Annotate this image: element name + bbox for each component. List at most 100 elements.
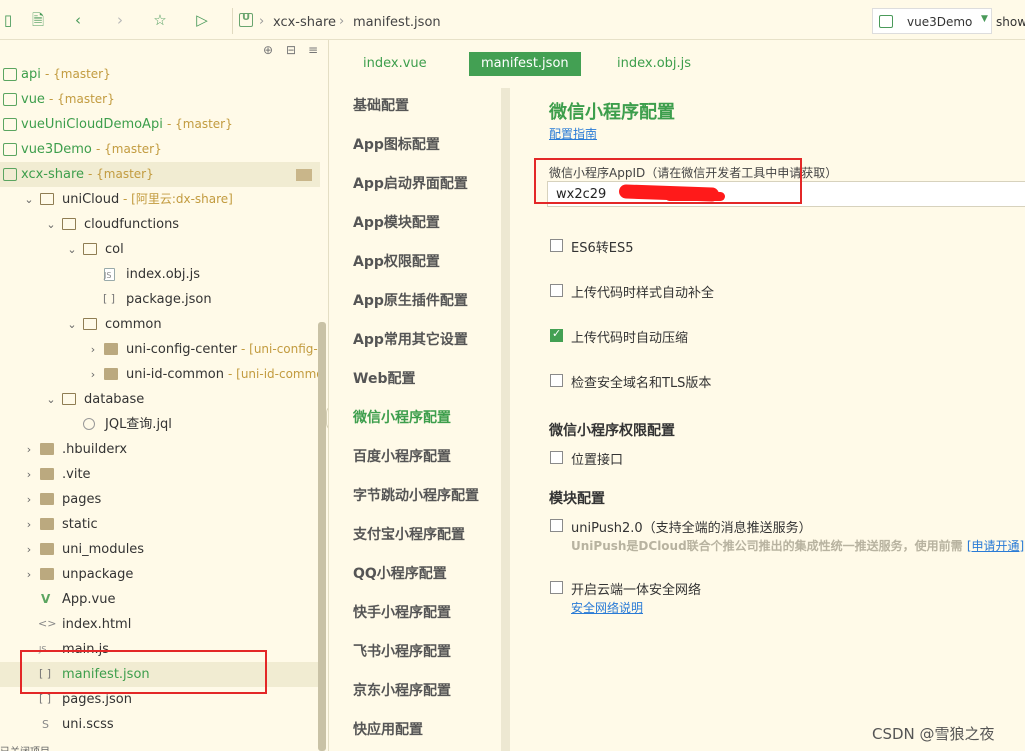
tree-row[interactable]: › .hbuilderx <box>0 437 320 462</box>
option-checkbox[interactable] <box>550 284 563 297</box>
tree-row[interactable]: › static <box>0 512 320 537</box>
tree-row-label: unpackage <box>62 567 134 582</box>
chevron-down-icon[interactable]: ⌄ <box>46 212 56 237</box>
tree-row[interactable]: ⌄ database <box>0 387 320 412</box>
chevron-right-icon[interactable]: › <box>24 487 34 512</box>
locate-icon[interactable]: ⊕ <box>263 43 273 57</box>
chevron-right-icon[interactable]: › <box>24 437 34 462</box>
chevron-down-icon[interactable]: ⌄ <box>46 387 56 412</box>
nav-item[interactable]: 飞书小程序配置 <box>353 641 451 661</box>
chevron-down-icon[interactable]: ⌄ <box>67 237 77 262</box>
nav-item[interactable]: 支付宝小程序配置 <box>353 524 465 544</box>
config-guide-link[interactable]: 配置指南 <box>549 125 597 142</box>
option-checkbox[interactable] <box>550 374 563 387</box>
tree-toolbar: ⊕ ⊟ ≡ <box>0 40 320 62</box>
tree-row-label: package.json <box>126 292 212 307</box>
tab-index-vue[interactable]: index.vue <box>351 52 439 76</box>
menu-edge-icon[interactable]: ▯ <box>0 12 16 28</box>
chevron-right-icon[interactable]: › <box>24 537 34 562</box>
star-icon[interactable]: ☆ <box>152 12 168 28</box>
chevron-right-icon[interactable]: › <box>88 362 98 387</box>
tree-row[interactable]: › .vite <box>0 462 320 487</box>
tree-row-label: xcx-share <box>21 167 85 182</box>
tree-row[interactable]: api - {master} <box>0 62 320 87</box>
tree-row[interactable]: JQL查询.jql <box>0 412 320 437</box>
breadcrumb-project[interactable]: xcx-share <box>273 15 336 30</box>
nav-item[interactable]: App原生插件配置 <box>353 290 468 310</box>
nav-item[interactable]: 快应用配置 <box>353 719 423 739</box>
file-icon <box>39 687 52 711</box>
chevron-right-icon[interactable]: › <box>24 512 34 537</box>
tree-row[interactable]: uni.scss <box>0 712 320 737</box>
location-label: 位置接口 <box>571 453 624 468</box>
tree-row[interactable]: › uni-config-center- [uni-config-center <box>0 337 320 362</box>
forward-icon[interactable]: › <box>112 12 128 28</box>
tab-index-obj-js[interactable]: index.obj.js <box>605 52 703 76</box>
tab-manifest-json[interactable]: manifest.json <box>469 52 581 76</box>
run-target-select[interactable]: vue3Demo ▼ <box>872 8 992 34</box>
nav-item[interactable]: App图标配置 <box>353 134 440 154</box>
run-icon[interactable]: ▷ <box>194 12 210 28</box>
project-icon <box>3 68 17 81</box>
location-checkbox[interactable] <box>550 451 563 464</box>
secure-net-link[interactable]: 安全网络说明 <box>571 599 643 616</box>
project-icon <box>239 12 253 27</box>
tree-row[interactable]: App.vue <box>0 587 320 612</box>
tree-row[interactable]: vueUniCloudDemoApi - {master} <box>0 112 320 137</box>
chevron-down-icon[interactable]: ⌄ <box>67 312 77 337</box>
nav-item[interactable]: App启动界面配置 <box>353 173 468 193</box>
secure-net-checkbox[interactable] <box>550 581 563 594</box>
wechat-config-panel: 微信小程序配置 配置指南 微信小程序AppID（请在微信开发者工具中申请获取） … <box>534 90 1025 751</box>
tree-row[interactable]: vue - {master} <box>0 87 320 112</box>
tree-row-label: JQL查询.jql <box>105 417 172 432</box>
tree-row[interactable]: package.json <box>0 287 320 312</box>
tree-row[interactable]: › unpackage <box>0 562 320 587</box>
tree-row[interactable]: › uni_modules <box>0 537 320 562</box>
apply-link[interactable]: [申请开通] <box>967 539 1024 553</box>
tree-row-label: common <box>105 317 162 332</box>
tree-row[interactable]: xcx-share - {master} <box>0 162 320 187</box>
tree-row-label: static <box>62 517 98 532</box>
show-button[interactable]: show <box>996 15 1025 29</box>
chevron-right-icon[interactable]: › <box>24 462 34 487</box>
nav-item[interactable]: 微信小程序配置 <box>353 407 451 427</box>
tree-row[interactable]: ⌄ uniCloud - [阿里云:dx-share] <box>0 187 320 212</box>
back-icon[interactable]: ‹ <box>70 12 86 28</box>
chevron-right-icon[interactable]: › <box>88 337 98 362</box>
collapse-all-icon[interactable]: ⊟ <box>286 43 296 57</box>
file-icon <box>103 287 116 311</box>
tree-row[interactable]: › pages <box>0 487 320 512</box>
tree-row[interactable]: ⌄ col <box>0 237 320 262</box>
file-icon <box>83 418 95 430</box>
nav-item[interactable]: 基础配置 <box>353 95 409 115</box>
nav-item[interactable]: Web配置 <box>353 368 415 388</box>
nav-item[interactable]: 字节跳动小程序配置 <box>353 485 479 505</box>
nav-item[interactable]: 京东小程序配置 <box>353 680 451 700</box>
tree-row-branch: - {master} <box>88 167 154 181</box>
tree-row-label: .hbuilderx <box>62 442 128 457</box>
unipush-checkbox[interactable] <box>550 519 563 532</box>
unipush-desc: UniPush是DCloud联合个推公司推出的集成性统一推送服务，使用前需 [申… <box>571 537 1024 554</box>
tree-row[interactable]: vue3Demo - {master} <box>0 137 320 162</box>
tree-row[interactable]: index.obj.js <box>0 262 320 287</box>
nav-item[interactable]: 百度小程序配置 <box>353 446 451 466</box>
nav-item[interactable]: 快手小程序配置 <box>353 602 451 622</box>
save-icon[interactable]: 🗎 <box>30 12 46 28</box>
chevron-right-icon[interactable]: › <box>24 562 34 587</box>
tree-row-branch: - [阿里云:dx-share] <box>123 192 233 206</box>
tree-scrollbar[interactable] <box>318 322 326 751</box>
chevron-down-icon[interactable]: ⌄ <box>24 187 34 212</box>
open-folder-icon[interactable] <box>296 169 312 181</box>
option-checkbox[interactable] <box>550 239 563 252</box>
tree-row[interactable]: ⌄ common <box>0 312 320 337</box>
tree-menu-icon[interactable]: ≡ <box>308 43 318 57</box>
option-checkbox[interactable] <box>550 327 563 342</box>
tree-row[interactable]: index.html <box>0 612 320 637</box>
breadcrumb-file[interactable]: manifest.json <box>353 15 441 30</box>
nav-item[interactable]: App常用其它设置 <box>353 329 468 349</box>
tree-row[interactable]: ⌄ cloudfunctions <box>0 212 320 237</box>
nav-item[interactable]: App权限配置 <box>353 251 440 271</box>
nav-item[interactable]: App模块配置 <box>353 212 440 232</box>
tree-row[interactable]: › uni-id-common - [uni-id-common:un <box>0 362 320 387</box>
nav-item[interactable]: QQ小程序配置 <box>353 563 447 583</box>
